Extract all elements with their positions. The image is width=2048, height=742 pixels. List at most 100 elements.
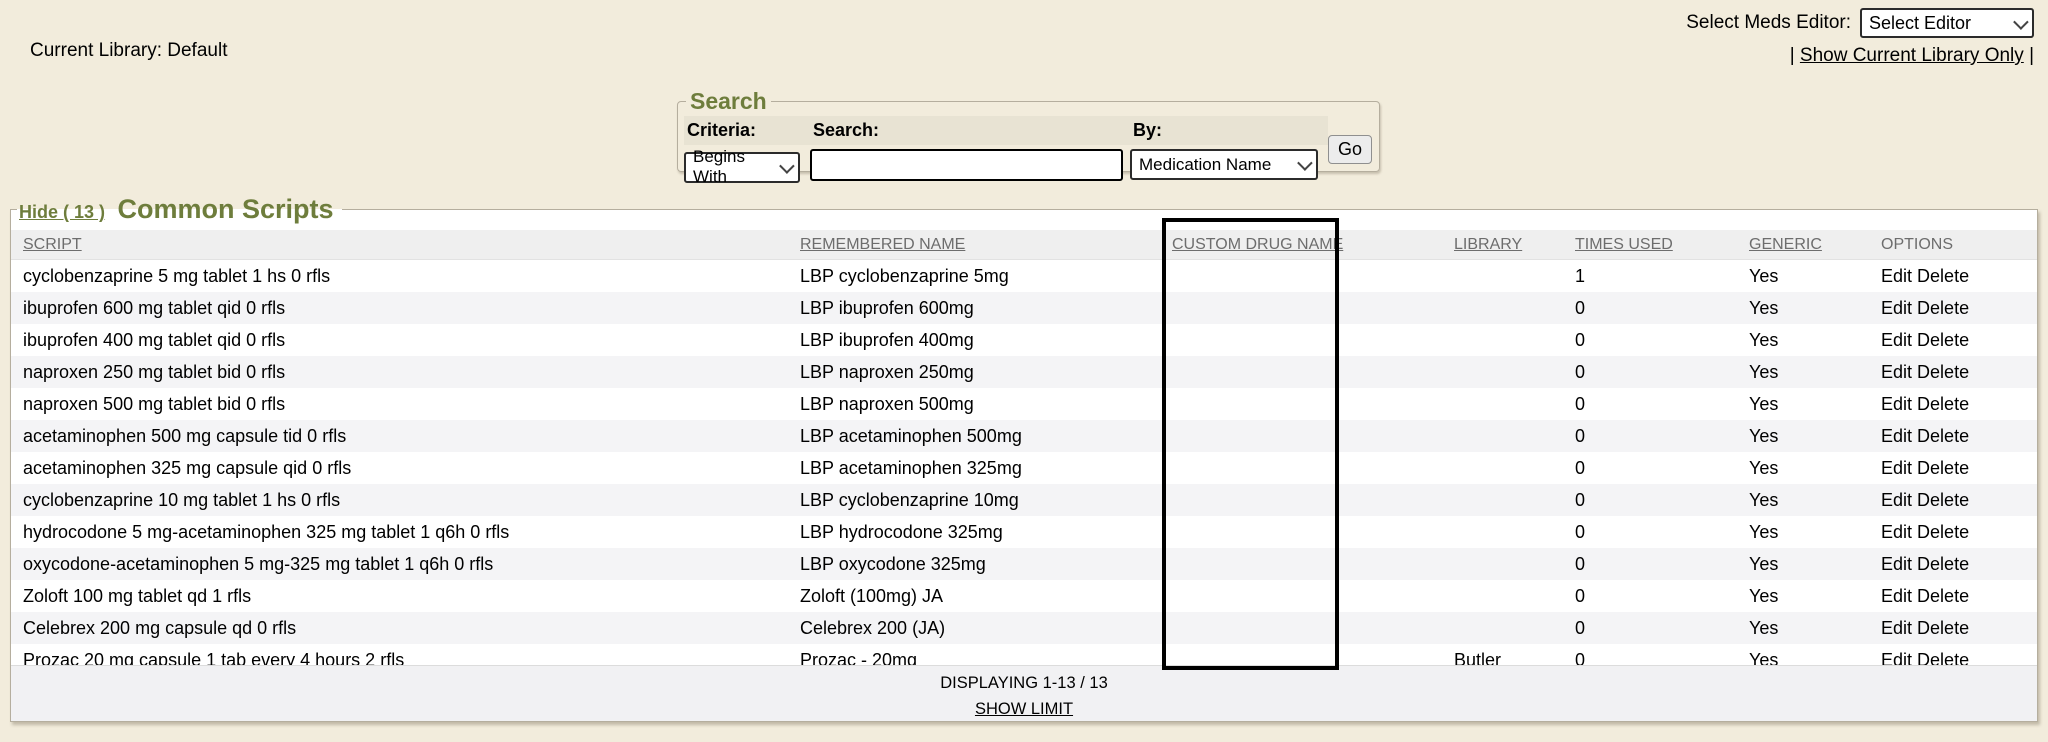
cell-script: hydrocodone 5 mg-acetaminophen 325 mg ta… (11, 516, 800, 548)
cell-custom-drug-name (1172, 420, 1454, 452)
cell-remembered-name: LBP naproxen 500mg (800, 388, 1172, 420)
delete-link[interactable]: Delete (1917, 490, 1969, 510)
criteria-select[interactable]: Begins With (684, 152, 800, 183)
column-header-script[interactable]: SCRIPT (23, 236, 82, 253)
by-select[interactable]: Medication Name (1130, 149, 1318, 180)
cell-library (1454, 356, 1575, 388)
criteria-label: Criteria: (684, 116, 810, 145)
cell-library (1454, 292, 1575, 324)
edit-link[interactable]: Edit (1881, 586, 1912, 606)
table-row: acetaminophen 325 mg capsule qid 0 rflsL… (11, 452, 2037, 484)
cell-remembered-name: LBP acetaminophen 325mg (800, 452, 1172, 484)
delete-link[interactable]: Delete (1917, 362, 1969, 382)
cell-custom-drug-name (1172, 356, 1454, 388)
edit-link[interactable]: Edit (1881, 298, 1912, 318)
cell-remembered-name: Celebrex 200 (JA) (800, 612, 1172, 644)
cell-library (1454, 260, 1575, 293)
cell-generic: Yes (1749, 388, 1881, 420)
edit-link[interactable]: Edit (1881, 362, 1912, 382)
column-header-times-used[interactable]: TIMES USED (1575, 236, 1673, 253)
scripts-table: SCRIPT REMEMBERED NAME CUSTOM DRUG NAME … (11, 230, 2037, 676)
cell-options: Edit Delete (1881, 356, 2037, 388)
cell-remembered-name: LBP ibuprofen 600mg (800, 292, 1172, 324)
table-row: hydrocodone 5 mg-acetaminophen 325 mg ta… (11, 516, 2037, 548)
column-header-generic[interactable]: GENERIC (1749, 236, 1822, 253)
common-scripts-legend: Hide ( 13 ) Common Scripts (17, 194, 342, 225)
delete-link[interactable]: Delete (1917, 330, 1969, 350)
cell-times-used: 0 (1575, 388, 1749, 420)
delete-link[interactable]: Delete (1917, 458, 1969, 478)
edit-link[interactable]: Edit (1881, 458, 1912, 478)
cell-custom-drug-name (1172, 612, 1454, 644)
cell-script: ibuprofen 600 mg tablet qid 0 rfls (11, 292, 800, 324)
cell-times-used: 0 (1575, 356, 1749, 388)
cell-script: ibuprofen 400 mg tablet qid 0 rfls (11, 324, 800, 356)
delete-link[interactable]: Delete (1917, 394, 1969, 414)
delete-link[interactable]: Delete (1917, 298, 1969, 318)
cell-library (1454, 580, 1575, 612)
edit-link[interactable]: Edit (1881, 490, 1912, 510)
delete-link[interactable]: Delete (1917, 586, 1969, 606)
edit-link[interactable]: Edit (1881, 394, 1912, 414)
search-input[interactable] (810, 149, 1123, 181)
cell-times-used: 0 (1575, 612, 1749, 644)
displaying-count: DISPLAYING 1-13 / 13 (11, 674, 2037, 693)
cell-generic: Yes (1749, 324, 1881, 356)
cell-library (1454, 324, 1575, 356)
edit-link[interactable]: Edit (1881, 618, 1912, 638)
edit-link[interactable]: Edit (1881, 330, 1912, 350)
cell-library (1454, 452, 1575, 484)
cell-options: Edit Delete (1881, 420, 2037, 452)
search-fieldset: Search Criteria: Search: By: Go Begins W… (677, 88, 1380, 172)
cell-remembered-name: Zoloft (100mg) JA (800, 580, 1172, 612)
cell-library (1454, 516, 1575, 548)
cell-options: Edit Delete (1881, 516, 2037, 548)
table-row: naproxen 250 mg tablet bid 0 rflsLBP nap… (11, 356, 2037, 388)
by-label: By: (1130, 116, 1328, 145)
cell-script: Celebrex 200 mg capsule qd 0 rfls (11, 612, 800, 644)
meds-library-page: { "colors": { "page_bg": "#f2ecdc", "acc… (0, 0, 2048, 742)
meds-editor-select[interactable]: Select Editor (1860, 8, 2034, 38)
edit-link[interactable]: Edit (1881, 522, 1912, 542)
hide-toggle-link[interactable]: Hide ( 13 ) (19, 202, 105, 222)
table-row: Celebrex 200 mg capsule qd 0 rflsCelebre… (11, 612, 2037, 644)
delete-link[interactable]: Delete (1917, 618, 1969, 638)
table-row: ibuprofen 400 mg tablet qid 0 rflsLBP ib… (11, 324, 2037, 356)
edit-link[interactable]: Edit (1881, 266, 1912, 286)
chevron-down-icon (2013, 14, 2029, 30)
delete-link[interactable]: Delete (1917, 522, 1969, 542)
cell-times-used: 0 (1575, 516, 1749, 548)
cell-options: Edit Delete (1881, 260, 2037, 293)
cell-times-used: 1 (1575, 260, 1749, 293)
edit-link[interactable]: Edit (1881, 426, 1912, 446)
cell-remembered-name: LBP naproxen 250mg (800, 356, 1172, 388)
cell-options: Edit Delete (1881, 612, 2037, 644)
cell-generic: Yes (1749, 612, 1881, 644)
cell-generic: Yes (1749, 420, 1881, 452)
cell-generic: Yes (1749, 548, 1881, 580)
by-selected-value: Medication Name (1139, 155, 1271, 175)
column-header-remembered-name[interactable]: REMEMBERED NAME (800, 236, 965, 253)
delete-link[interactable]: Delete (1917, 554, 1969, 574)
cell-custom-drug-name (1172, 260, 1454, 293)
go-button[interactable]: Go (1328, 135, 1372, 164)
cell-remembered-name: LBP acetaminophen 500mg (800, 420, 1172, 452)
cell-times-used: 0 (1575, 548, 1749, 580)
cell-generic: Yes (1749, 452, 1881, 484)
delete-link[interactable]: Delete (1917, 266, 1969, 286)
column-header-library[interactable]: LIBRARY (1454, 236, 1522, 253)
cell-options: Edit Delete (1881, 484, 2037, 516)
cell-library (1454, 420, 1575, 452)
delete-link[interactable]: Delete (1917, 426, 1969, 446)
cell-times-used: 0 (1575, 292, 1749, 324)
show-current-library-link[interactable]: Show Current Library Only (1800, 45, 2024, 66)
column-header-custom-drug-name[interactable]: CUSTOM DRUG NAME (1172, 236, 1343, 253)
edit-link[interactable]: Edit (1881, 554, 1912, 574)
cell-remembered-name: LBP oxycodone 325mg (800, 548, 1172, 580)
criteria-selected-value: Begins With (693, 147, 770, 187)
chevron-down-icon (1297, 155, 1313, 171)
show-limit-link[interactable]: SHOW LIMIT (975, 700, 1073, 719)
cell-custom-drug-name (1172, 292, 1454, 324)
cell-script: naproxen 250 mg tablet bid 0 rfls (11, 356, 800, 388)
search-legend: Search (686, 88, 771, 115)
